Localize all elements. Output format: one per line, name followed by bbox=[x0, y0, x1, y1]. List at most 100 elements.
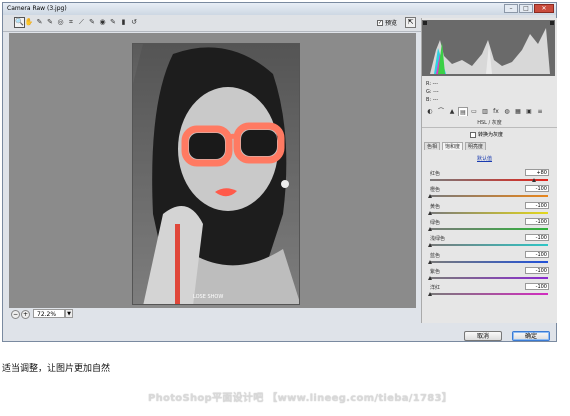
zoom-level[interactable]: 72.2% bbox=[33, 309, 65, 318]
tab-saturation[interactable]: 饱和度 bbox=[442, 142, 464, 150]
slider-label: 绿色 bbox=[430, 219, 441, 226]
slider-thumb[interactable] bbox=[532, 178, 537, 182]
rotate-icon[interactable]: ↺ bbox=[130, 18, 139, 27]
tone-curve-tab-icon[interactable]: ⌒ bbox=[436, 107, 446, 116]
photo-caption: LOSE SHOW bbox=[193, 294, 224, 300]
graduated-filter-icon[interactable]: ▮ bbox=[119, 18, 128, 27]
ok-button[interactable]: 确定 bbox=[512, 331, 550, 341]
panel-tabs: ◐ ⌒ ▲ ▤ ▭ ▥ fx ◍ ▦ ▣ ≡ bbox=[422, 107, 560, 117]
convert-grayscale-label: 转换为灰度 bbox=[478, 132, 504, 138]
slider-label: 洋红 bbox=[430, 285, 441, 292]
preview-label: 预览 bbox=[385, 20, 398, 27]
default-link[interactable]: 默认值 bbox=[477, 155, 492, 162]
zoom-bar: − + 72.2% ▼ bbox=[9, 309, 416, 321]
slider-label: 红色 bbox=[430, 171, 441, 177]
basic-tab-icon[interactable]: ◐ bbox=[425, 107, 435, 116]
slider-thumb[interactable] bbox=[428, 243, 432, 248]
slider-thumb[interactable] bbox=[428, 210, 432, 215]
slider-track[interactable] bbox=[430, 260, 548, 263]
adjustment-brush-icon[interactable]: ✎ bbox=[109, 18, 118, 27]
saturation-slider[interactable]: 浅绿色 -100 bbox=[425, 234, 551, 251]
slider-value-field[interactable]: -100 bbox=[525, 185, 549, 193]
detail-tab-icon[interactable]: ▲ bbox=[447, 107, 457, 116]
slider-label: 橙色 bbox=[430, 187, 441, 194]
rgb-readout: R: --- G: --- B: --- bbox=[426, 80, 439, 104]
slider-thumb[interactable] bbox=[428, 259, 432, 264]
window-controls: – □ ✕ bbox=[504, 4, 554, 13]
slider-value-field[interactable]: -100 bbox=[525, 201, 549, 209]
slider-thumb[interactable] bbox=[428, 292, 432, 297]
cancel-button[interactable]: 取消 bbox=[464, 331, 502, 341]
maximize-button[interactable]: □ bbox=[519, 4, 533, 13]
hsl-tab-icon[interactable]: ▤ bbox=[458, 107, 468, 116]
saturation-slider[interactable]: 蓝色 -100 bbox=[425, 250, 551, 268]
saturation-slider[interactable]: 红色 +80 bbox=[425, 169, 551, 186]
r-value: R: --- bbox=[426, 81, 439, 87]
slider-track[interactable] bbox=[430, 276, 548, 279]
slider-value-field[interactable]: -100 bbox=[525, 234, 549, 242]
presets-tab-icon[interactable]: ▦ bbox=[513, 107, 523, 116]
fullscreen-toggle-icon[interactable]: ⇱ bbox=[405, 17, 416, 28]
snapshots-tab-icon[interactable]: ▣ bbox=[524, 107, 534, 116]
b-value: B: --- bbox=[426, 97, 439, 103]
split-toning-tab-icon[interactable]: ▭ bbox=[469, 107, 479, 116]
hand-tool-icon[interactable]: ✋ bbox=[25, 18, 34, 27]
slider-label: 黄色 bbox=[430, 203, 441, 210]
histogram bbox=[422, 20, 555, 76]
slider-track[interactable] bbox=[430, 179, 548, 181]
straighten-tool-icon[interactable]: ⟋ bbox=[77, 18, 86, 27]
slider-value-field[interactable]: -100 bbox=[525, 217, 549, 225]
slider-track[interactable] bbox=[430, 227, 548, 230]
zoom-tool-icon[interactable]: 🔍 bbox=[14, 17, 25, 28]
camera-calibration-tab-icon[interactable]: ◍ bbox=[502, 107, 512, 116]
tab-luminance[interactable]: 明亮度 bbox=[465, 142, 487, 150]
slider-value-field[interactable]: -100 bbox=[525, 283, 549, 291]
slider-track[interactable] bbox=[430, 211, 548, 214]
slider-track[interactable] bbox=[430, 195, 548, 198]
preview-photo: LOSE SHOW bbox=[132, 43, 300, 305]
tab-hue[interactable]: 色相 bbox=[424, 142, 441, 150]
panel-menu-icon[interactable]: ≡ bbox=[535, 107, 545, 116]
close-button[interactable]: ✕ bbox=[534, 4, 554, 13]
zoom-in-button[interactable]: + bbox=[21, 310, 30, 319]
image-canvas[interactable]: LOSE SHOW bbox=[9, 33, 416, 308]
saturation-slider[interactable]: 绿色 -100 bbox=[425, 217, 551, 235]
convert-grayscale-checkbox[interactable]: 转换为灰度 bbox=[470, 131, 503, 138]
effects-tab-icon[interactable]: fx bbox=[491, 107, 501, 116]
checkbox-icon[interactable] bbox=[470, 131, 476, 138]
white-balance-tool-icon[interactable]: ✎ bbox=[35, 18, 44, 27]
adjustment-panel: R: --- G: --- B: --- ◐ ⌒ ▲ ▤ ▭ ▥ fx ◍ ▦ … bbox=[421, 18, 557, 323]
saturation-slider[interactable]: 紫色 -100 bbox=[425, 266, 551, 284]
slider-label: 紫色 bbox=[430, 268, 441, 275]
slider-track[interactable] bbox=[430, 244, 548, 247]
crop-tool-icon[interactable]: ⌗ bbox=[67, 18, 76, 27]
hsl-subtabs: 色相 饱和度 明亮度 bbox=[424, 142, 487, 150]
zoom-out-button[interactable]: − bbox=[11, 310, 20, 319]
slider-thumb[interactable] bbox=[428, 226, 432, 231]
slider-value-field[interactable]: +80 bbox=[525, 169, 549, 176]
chevron-down-icon[interactable]: ▼ bbox=[65, 309, 73, 318]
lens-tab-icon[interactable]: ▥ bbox=[480, 107, 490, 116]
g-value: G: --- bbox=[426, 89, 439, 95]
spot-removal-tool-icon[interactable]: ✎ bbox=[88, 18, 97, 27]
slider-thumb[interactable] bbox=[428, 275, 432, 280]
saturation-slider[interactable]: 洋红 -100 bbox=[425, 283, 551, 300]
watermark: PhotoShop平面设计吧 【www.lineeg.com/tieba/178… bbox=[148, 393, 453, 404]
window-title: Camera Raw (3.jpg) bbox=[7, 5, 67, 12]
histogram-graph bbox=[422, 20, 555, 76]
slider-label: 浅绿色 bbox=[430, 236, 446, 243]
red-eye-tool-icon[interactable]: ◉ bbox=[98, 18, 107, 27]
slider-value-field[interactable]: -100 bbox=[525, 250, 549, 258]
preview-checkbox[interactable]: ✓ 预览 bbox=[377, 18, 397, 27]
saturation-slider[interactable]: 黄色 -100 bbox=[425, 201, 551, 219]
targeted-adjustment-tool-icon[interactable]: ◎ bbox=[56, 18, 65, 27]
slider-value-field[interactable]: -100 bbox=[525, 266, 549, 274]
minimize-button[interactable]: – bbox=[504, 4, 518, 13]
saturation-slider[interactable]: 橙色 -100 bbox=[425, 185, 551, 202]
slider-thumb[interactable] bbox=[428, 194, 432, 199]
slider-label: 蓝色 bbox=[430, 252, 441, 259]
checkbox-icon[interactable]: ✓ bbox=[377, 19, 383, 26]
slider-track[interactable] bbox=[430, 293, 548, 296]
portrait-image bbox=[133, 44, 299, 304]
color-sampler-tool-icon[interactable]: ✎ bbox=[46, 18, 55, 27]
